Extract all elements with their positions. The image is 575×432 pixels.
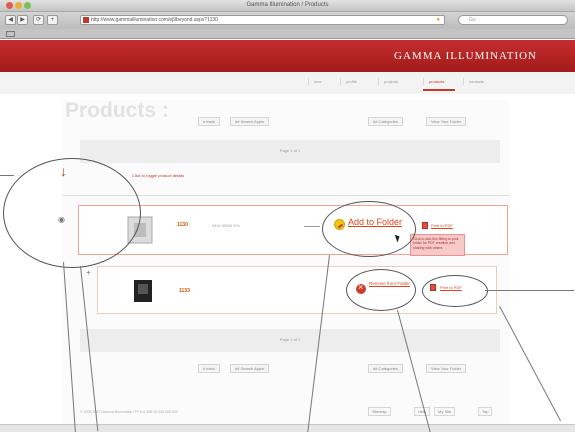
search-input[interactable]: Go [458,15,568,25]
bookmarks-bar [0,29,575,39]
product-thumbnail[interactable] [128,272,158,310]
product-desc: 240v 500W 97x [212,223,240,228]
callout-leader [0,175,14,176]
filter-search[interactable]: ## Search Apple [230,117,270,126]
reload-button[interactable]: ⟳ [33,15,44,25]
back-button[interactable]: ◀ [5,15,16,25]
view-folder-button[interactable]: View Your Folder [426,117,467,126]
pager-bottom: Page 1 of 1 [80,329,500,352]
pdf-icon[interactable] [422,222,428,229]
address-bar[interactable]: http://www.gammaillumination.com/ej9beyo… [80,15,445,25]
brand-logo[interactable]: GAMMA ILLUMINATION [394,50,537,62]
favicon-icon [83,17,89,23]
filter-track[interactable]: # track [198,117,221,126]
pager-label: Page 1 of 1 [279,148,301,153]
footer-link-help[interactable]: Help [414,407,431,416]
expand-toggle-icon[interactable]: + [86,268,91,277]
tab-contacts[interactable]: contacts [463,78,489,85]
title-bar: Gamma Illumination / Products [0,0,575,12]
tab-profile[interactable]: profile [340,78,362,85]
rss-icon[interactable]: ● [436,16,440,24]
forward-button[interactable]: ▶ [17,15,28,25]
browser-window: Gamma Illumination / Products ◀ ▶ ⟳ + ht… [0,0,575,432]
footer-link-top[interactable]: Top [478,407,493,416]
callout-circle-add-folder [322,201,416,257]
toggle-hint: Click to toggle product details [132,173,185,178]
filter-search[interactable]: ## Search Apple [230,364,270,373]
add-bookmark-button[interactable]: + [47,15,58,25]
add-folder-tooltip: Click to add this fitting to your folder… [410,234,465,256]
view-folder-button[interactable]: View Your Folder [426,364,467,373]
active-tab-indicator [423,89,455,91]
browser-toolbar: ◀ ▶ ⟳ + http://www.gammaillumination.com… [0,12,575,29]
product-code: 1130 [177,222,188,228]
tab-projects[interactable]: projects [378,78,403,85]
tab-products[interactable]: products [423,78,449,85]
callout-circle-remove [346,269,416,311]
product-code: 1133 [179,288,190,294]
filter-categories[interactable]: ## Categories [368,117,403,126]
filter-categories[interactable]: ## Categories [368,364,403,373]
bookmarks-icon[interactable] [6,31,15,37]
tab-new[interactable]: new [308,78,326,85]
print-pdf-link[interactable]: Print to PDF [431,223,453,228]
window-title: Gamma Illumination / Products [246,2,329,8]
pager-top: Page 1 of 1 [80,140,500,163]
footer-link-mysite[interactable]: My Site [434,407,456,416]
filter-track[interactable]: # track [198,364,221,373]
status-bar [0,424,575,432]
callout-circle-toggle [3,158,141,268]
callout-leader [485,290,574,291]
callout-circle-print [422,275,488,307]
footer-link-sitemap[interactable]: Sitemap [368,407,391,416]
pager-label: Page 1 of 1 [279,337,301,342]
quantity-line [304,226,320,227]
page-title: Products : [65,99,169,122]
url-text: http://www.gammaillumination.com/ej9beyo… [91,17,218,23]
